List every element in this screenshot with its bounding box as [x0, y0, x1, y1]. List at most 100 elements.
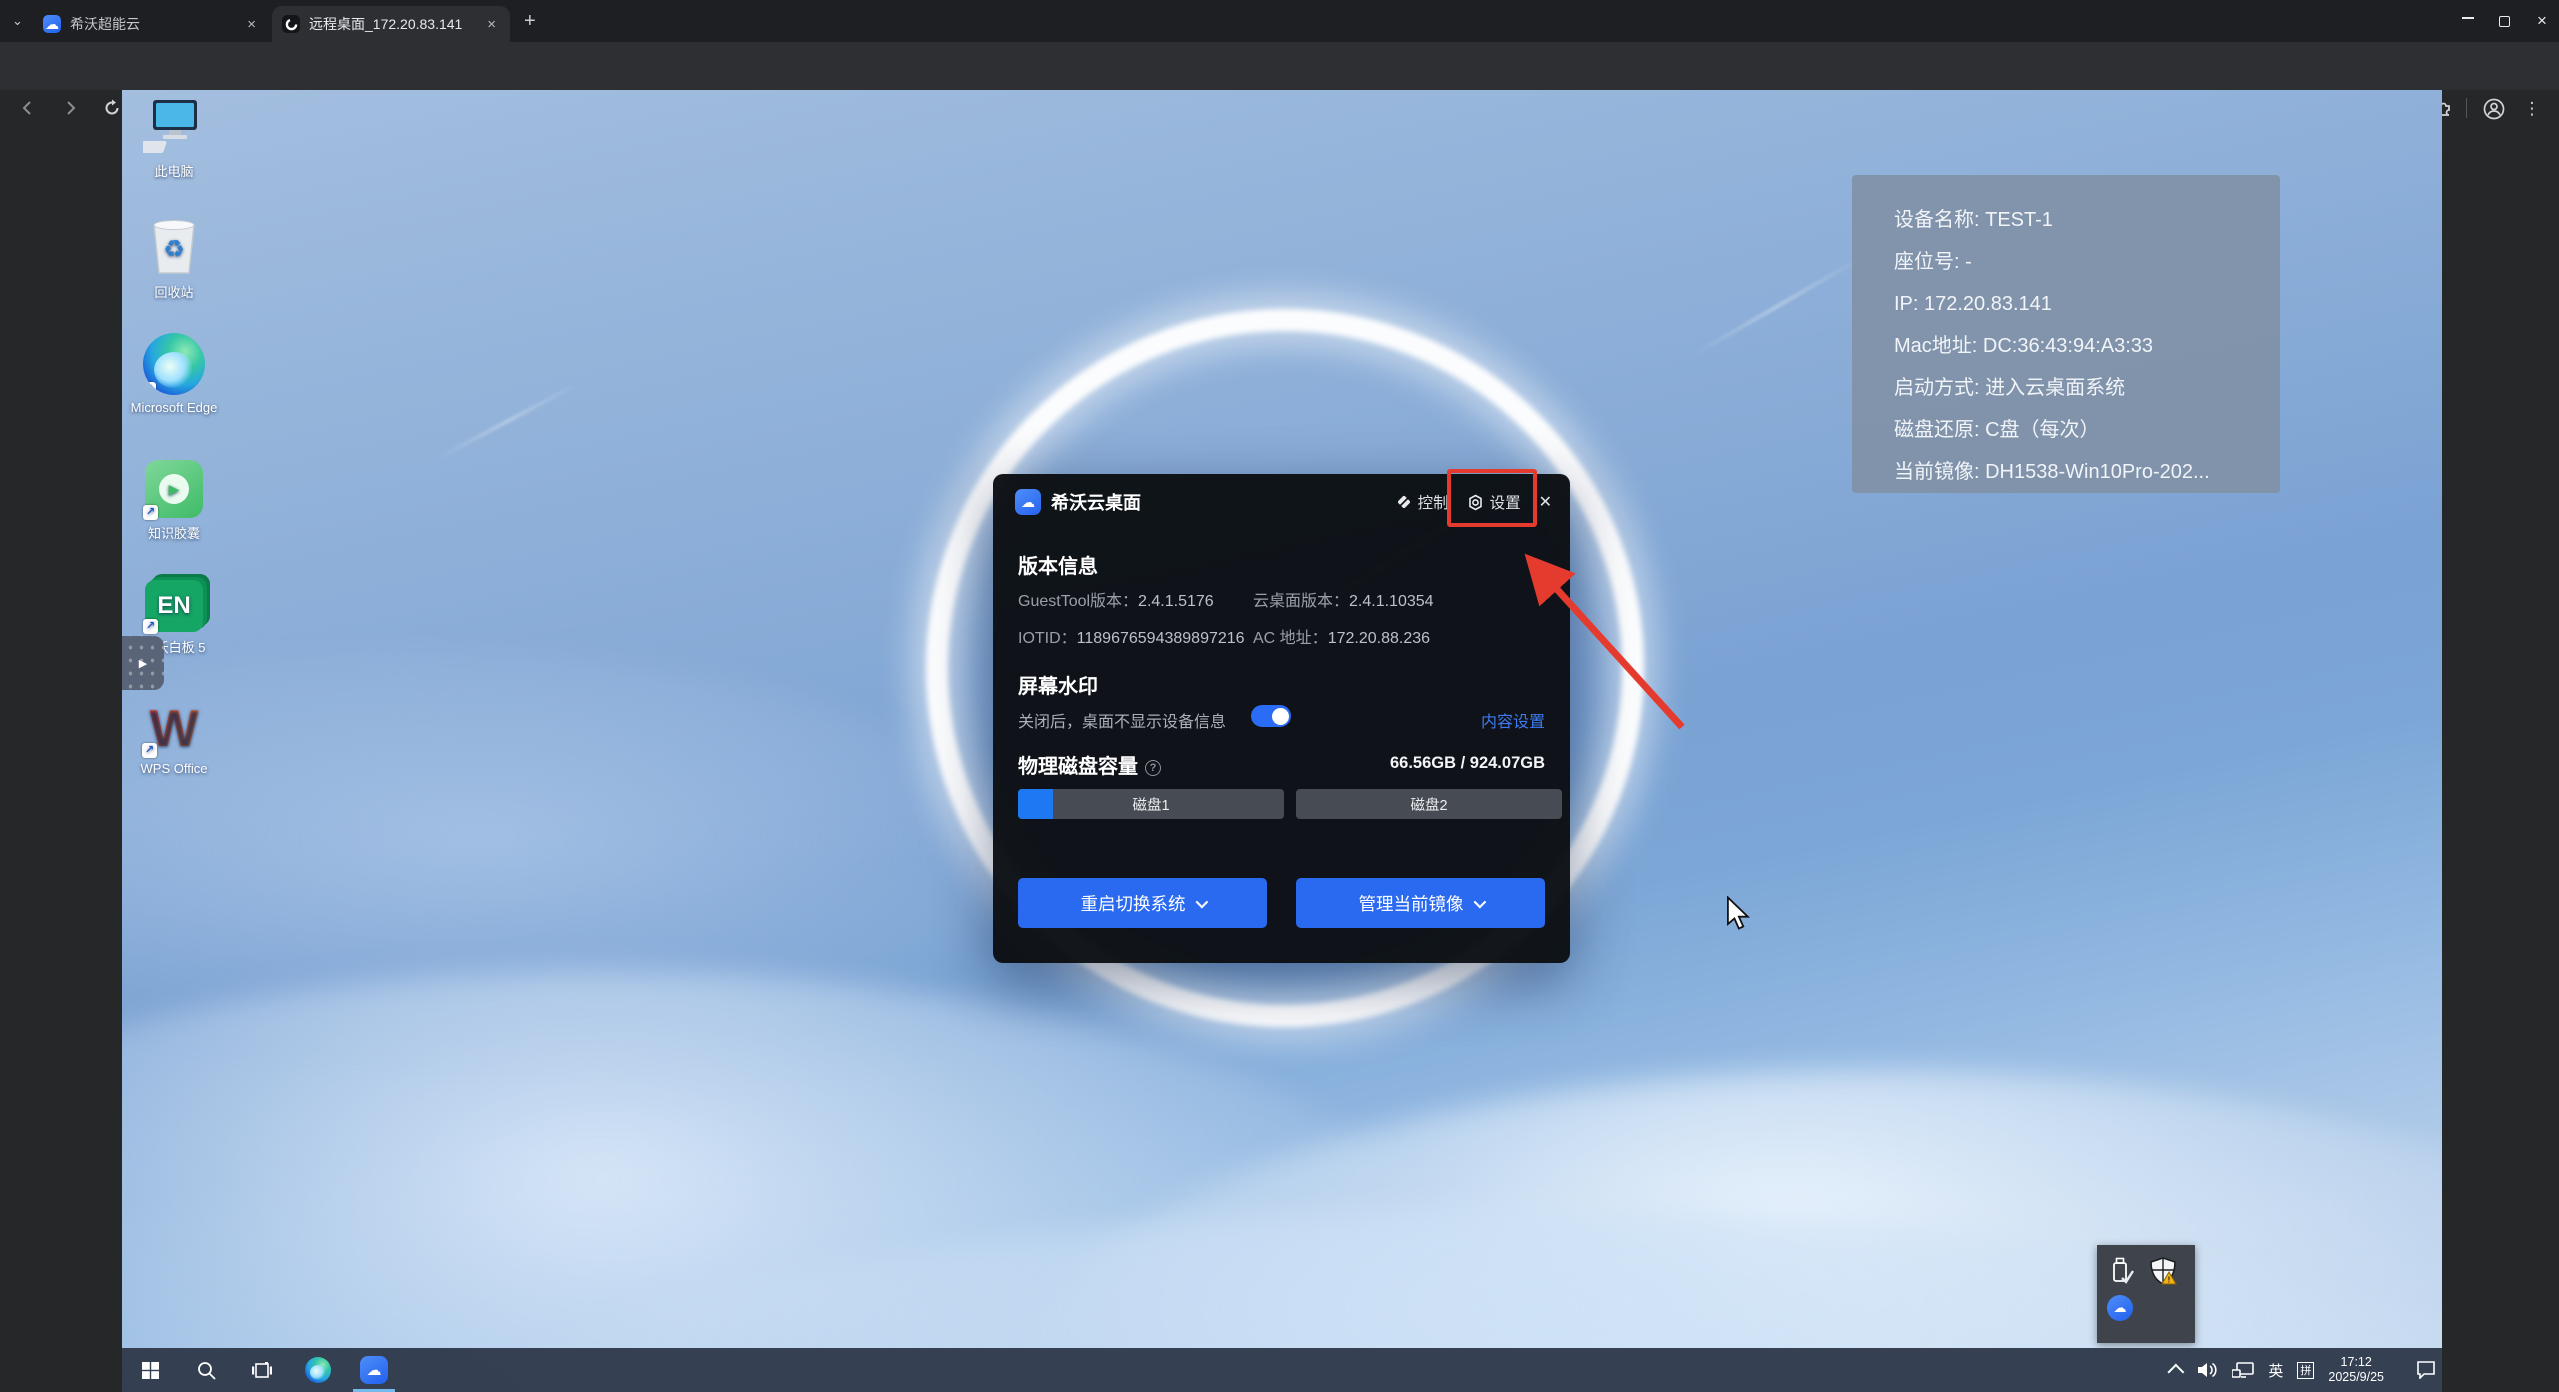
desktop-icon-label: 此电脑 — [122, 161, 234, 180]
desktop-icon-edge[interactable]: ↗ Microsoft Edge — [122, 333, 234, 415]
network-icon[interactable] — [2232, 1362, 2254, 1378]
control-button[interactable]: 控制 — [1396, 491, 1449, 513]
disk-usage-value: 66.56GB / 924.07GB — [1390, 754, 1545, 773]
desktop-icon-knowledge-capsule[interactable]: ▶ ↗ 知识胶囊 — [122, 460, 234, 542]
device-info-panel: 设备名称: TEST-1 座位号: - IP: 172.20.83.141 Ma… — [1852, 175, 2280, 493]
info-row: 座位号: - — [1894, 241, 2280, 283]
tab-close-icon[interactable]: × — [483, 16, 500, 33]
tab-title: 远程桌面_172.20.83.141 — [309, 14, 474, 34]
control-diamond-icon — [1396, 494, 1412, 510]
chevron-down-icon — [1195, 895, 1208, 908]
remote-desktop-favicon — [282, 15, 300, 33]
info-row: IP: 172.20.83.141 — [1894, 283, 2280, 325]
seewo-whiteboard-icon: EN ↗ — [145, 580, 203, 632]
whiteboard-en-badge: EN — [157, 592, 190, 620]
clock-date: 2025/9/25 — [2328, 1370, 2384, 1385]
tray-expand-chevron-icon[interactable] — [2168, 1364, 2185, 1381]
light-streak — [431, 380, 583, 462]
edge-taskbar-icon[interactable] — [290, 1348, 346, 1392]
tab-search-icon[interactable]: ⌄ — [12, 13, 23, 29]
mouse-cursor — [1726, 896, 1752, 930]
disk1-bar[interactable]: 磁盘1 — [1018, 789, 1284, 819]
info-row: 启动方式: 进入云桌面系统 — [1894, 367, 2280, 409]
window-close-button[interactable]: × — [2527, 11, 2557, 31]
shortcut-arrow-icon: ↗ — [143, 505, 158, 520]
action-center-icon[interactable] — [2416, 1361, 2436, 1379]
usb-device-icon[interactable] — [2109, 1257, 2135, 1285]
browser-titlebar: ⌄ ☁ 希沃超能云 × 远程桌面_172.20.83.141 × + × — [0, 0, 2559, 42]
desktop-icon-this-pc[interactable]: 此电脑 — [122, 98, 234, 180]
annotation-highlight-box — [1447, 469, 1537, 527]
taskbar: ☁ 英 拼 17:12 2025/9/25 — [122, 1348, 2442, 1392]
forward-icon[interactable] — [56, 94, 84, 122]
knowledge-capsule-icon: ▶ ↗ — [145, 460, 203, 518]
info-row: 磁盘还原: C盘（每次） — [1894, 409, 2280, 451]
tray-overflow-flyout: ! ☁ — [2097, 1245, 2195, 1343]
browser-menu-kebab-icon[interactable]: ⋮ — [2519, 96, 2545, 122]
toolbar-divider — [2466, 98, 2467, 118]
version-row: AC 地址：172.20.88.236 — [1253, 624, 1430, 648]
desktop-icon-recycle-bin[interactable]: ♻ 回收站 — [122, 217, 234, 301]
new-tab-button[interactable]: + — [524, 10, 536, 33]
window-minimize-button[interactable] — [2453, 9, 2483, 27]
desktop-icon-label: Microsoft Edge — [129, 400, 219, 415]
start-button[interactable] — [122, 1348, 178, 1392]
back-icon[interactable] — [14, 94, 42, 122]
desktop-icon-label: 回收站 — [122, 282, 234, 301]
svg-text:!: ! — [2168, 1276, 2171, 1285]
seewo-cloud-taskbar-icon[interactable]: ☁ — [346, 1348, 402, 1392]
taskbar-clock[interactable]: 17:12 2025/9/25 — [2328, 1355, 2384, 1385]
browser-toolbar: gch.test.seewo.com/desktop?ip=172.20.83.… — [0, 42, 2559, 90]
seewo-cloud-app-icon: ☁ — [1015, 489, 1041, 515]
watermark-description: 关闭后，桌面不显示设备信息 — [1018, 708, 1226, 732]
watermark-toggle[interactable] — [1251, 705, 1291, 727]
info-row: Mac地址: DC:36:43:94:A3:33 — [1894, 325, 2280, 367]
seewo-cloud-dialog: ☁ 希沃云桌面 控制 设置 ✕ 版本信息 GuestTool版本：2.4.1.5… — [993, 474, 1570, 963]
profile-avatar-icon[interactable] — [2481, 96, 2507, 122]
shortcut-arrow-icon: ↗ — [143, 619, 158, 634]
section-watermark-heading: 屏幕水印 — [1018, 670, 1098, 699]
tab-title: 希沃超能云 — [70, 14, 234, 34]
wps-icon: W ↗ — [144, 702, 204, 756]
ime-mode-indicator[interactable]: 拼 — [2297, 1362, 2314, 1379]
desktop-icon-wps[interactable]: W ↗ WPS Office — [122, 702, 234, 776]
defender-shield-icon[interactable]: ! — [2149, 1257, 2177, 1285]
recycle-bin-icon: ♻ — [146, 217, 202, 277]
screen: ⌄ ☁ 希沃超能云 × 远程桌面_172.20.83.141 × + × — [0, 0, 2559, 1392]
desktop-icon-label: 知识胶囊 — [122, 523, 234, 542]
disk2-bar[interactable]: 磁盘2 — [1296, 789, 1562, 819]
task-view-icon[interactable] — [234, 1348, 290, 1392]
volume-icon[interactable] — [2198, 1362, 2218, 1378]
info-row: 设备名称: TEST-1 — [1894, 199, 2280, 241]
browser-tab-1[interactable]: ☁ 希沃超能云 × — [33, 6, 270, 42]
seewo-cloud-favicon: ☁ — [43, 15, 61, 33]
dialog-title: 希沃云桌面 — [1051, 489, 1141, 515]
manage-current-image-button[interactable]: 管理当前镜像 — [1296, 878, 1545, 928]
content-settings-link[interactable]: 内容设置 — [1481, 708, 1545, 732]
tab-close-icon[interactable]: × — [243, 16, 260, 33]
ime-language-indicator[interactable]: 英 — [2268, 1360, 2283, 1381]
info-row: 当前镜像: DH1538-Win10Pro-202... — [1894, 451, 2280, 493]
window-maximize-button[interactable] — [2489, 14, 2519, 32]
version-row: 云桌面版本：2.4.1.10354 — [1253, 587, 1434, 611]
desktop-icon-label: WPS Office — [122, 761, 234, 776]
version-row: GuestTool版本：2.4.1.5176 — [1018, 587, 1214, 611]
search-icon[interactable] — [178, 1348, 234, 1392]
dialog-close-icon[interactable]: ✕ — [1539, 492, 1552, 512]
side-panel-handle[interactable]: ▶ — [122, 636, 164, 690]
chevron-down-icon — [1473, 895, 1486, 908]
section-disk-heading: 物理磁盘容量? — [1018, 750, 1161, 779]
shortcut-arrow-icon: ↗ — [143, 382, 156, 395]
remote-desktop-viewport: 此电脑 ♻ 回收站 ↗ Microsoft Edge ▶ ↗ 知识胶囊 EN ↗… — [122, 90, 2442, 1392]
light-streak — [1690, 255, 1865, 358]
browser-tab-2-active[interactable]: 远程桌面_172.20.83.141 × — [272, 6, 510, 42]
seewo-tray-icon[interactable]: ☁ — [2107, 1295, 2133, 1321]
edge-icon: ↗ — [143, 333, 205, 395]
help-icon[interactable]: ? — [1145, 760, 1161, 776]
this-pc-icon — [143, 98, 205, 156]
clock-time: 17:12 — [2328, 1355, 2384, 1370]
section-version-heading: 版本信息 — [1018, 550, 1098, 579]
shortcut-arrow-icon: ↗ — [142, 743, 157, 758]
restart-switch-system-button[interactable]: 重启切换系统 — [1018, 878, 1267, 928]
version-row: IOTID：1189676594389897216 — [1018, 624, 1245, 648]
